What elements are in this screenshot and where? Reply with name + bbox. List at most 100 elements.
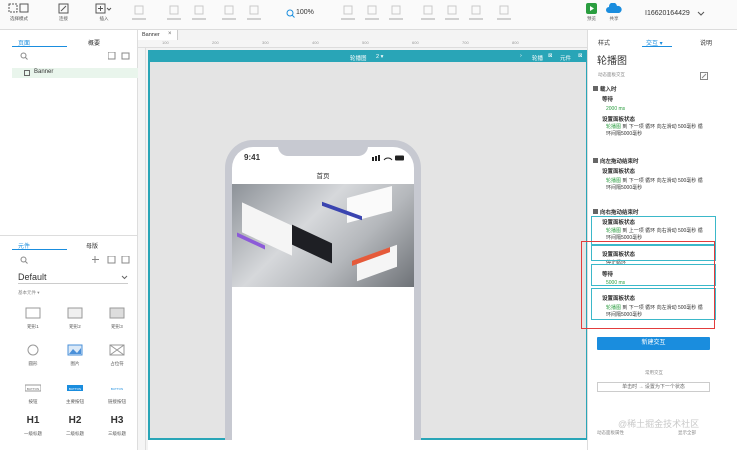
status-icons xyxy=(372,155,404,161)
page-item-row[interactable]: Banner xyxy=(12,68,138,78)
page-actions-icon[interactable] xyxy=(108,52,132,60)
widget-label: 按钮 xyxy=(28,399,38,404)
library-select[interactable]: Default xyxy=(18,270,128,284)
action-detail: 轮播图 到 下一项 循环 向左滑动 500毫秒 循环间隔5000毫秒 xyxy=(606,178,706,192)
widget-label: 链接按钮 xyxy=(108,399,126,404)
circle-icon xyxy=(17,342,49,358)
panel-subtitle: 动态面板交互 xyxy=(598,72,625,77)
page-item-label: Banner xyxy=(34,69,54,75)
show-all-link[interactable]: 显示全部 xyxy=(678,430,696,436)
canvas-area: Banner × 100 200 300 400 500 600 700 800 轮播图 2 … xyxy=(138,30,588,450)
action-label[interactable]: 设置面板状态 xyxy=(602,167,635,175)
zoom-level[interactable]: 100% xyxy=(296,9,314,16)
widget-label: 一级标题 xyxy=(24,431,42,436)
widget-item[interactable]: H3 三级标题 xyxy=(101,412,133,442)
event-icon xyxy=(593,86,598,91)
widget-label: 圆形 xyxy=(28,361,38,366)
rect-icon xyxy=(59,305,91,321)
phone-notch xyxy=(278,140,368,156)
widget-actions-icon[interactable] xyxy=(92,256,134,264)
widget-label: 主要按钮 xyxy=(66,399,84,404)
library-name: Default xyxy=(18,272,47,282)
frame-title-bar: 轮播图 2 ▾ › 轮播 ⊠ 元件 ⊠ xyxy=(150,52,586,62)
widget-item[interactable]: 矩形3 xyxy=(101,305,133,335)
widget-item[interactable]: BUTTON 主要按钮 xyxy=(59,380,91,410)
phone-time: 9:41 xyxy=(244,153,261,162)
widget-item[interactable]: 矩形2 xyxy=(59,305,91,335)
disabled-tools-group xyxy=(132,5,261,20)
expand-icon[interactable] xyxy=(700,72,708,80)
page-tab-label: Banner xyxy=(142,32,160,38)
widget-item[interactable]: 图片 xyxy=(59,342,91,372)
svg-text:BUTTON: BUTTON xyxy=(111,387,123,391)
action-label[interactable]: 设置面板状态 xyxy=(602,115,635,123)
widget-item[interactable]: 矩形1 xyxy=(17,305,49,335)
event-name: 载入时 xyxy=(600,87,617,93)
toolbar-insert[interactable]: 插入 xyxy=(95,3,113,22)
heading-glyph: H3 xyxy=(110,414,124,426)
widget-search-icon[interactable] xyxy=(20,256,28,264)
chevron-down-icon[interactable] xyxy=(697,11,705,17)
ruler-tick: 800 xyxy=(512,40,519,45)
toolbar-connect[interactable]: 连接 xyxy=(58,3,69,22)
action-label[interactable]: 等待 xyxy=(602,95,613,103)
frame-close-icon[interactable]: ⊠ xyxy=(578,53,583,59)
phone-mockup: 9:41 首页 xyxy=(225,140,421,440)
canvas-body: 轮播图 2 ▾ › 轮播 ⊠ 元件 ⊠ 9:41 首页 xyxy=(148,50,588,450)
panel-title: 轮播图 xyxy=(597,56,627,67)
preview-button[interactable]: 预览 xyxy=(586,3,597,22)
widget-item[interactable]: H1 一级标题 xyxy=(17,412,49,442)
frame-menu-icon[interactable]: ⊠ xyxy=(548,53,553,59)
dynamic-panel-frame[interactable]: 轮播图 2 ▾ › 轮播 ⊠ 元件 ⊠ 9:41 首页 xyxy=(148,50,588,440)
zoom-icon xyxy=(286,9,295,18)
toolbar-insert-label: 插入 xyxy=(99,16,109,21)
primary-button-icon: BUTTON xyxy=(59,380,91,396)
tab-outline[interactable]: 概要 xyxy=(88,38,100,47)
search-icon[interactable] xyxy=(20,52,28,60)
widget-label: 图片 xyxy=(70,361,80,366)
frame-carousel-label[interactable]: 轮播 xyxy=(532,54,543,62)
action-text: 到 下一项 循环 向左滑动 500毫秒 循环间隔5000毫秒 xyxy=(606,124,703,137)
close-icon[interactable]: × xyxy=(168,31,172,37)
widget-item[interactable]: H2 二级标题 xyxy=(59,412,91,442)
toolbar-connect-label: 连接 xyxy=(59,16,68,21)
widget-item[interactable]: 圆形 xyxy=(17,342,49,372)
new-interaction-button[interactable]: 新建交互 xyxy=(597,337,710,350)
widget-section[interactable]: 基本元件 ▾ xyxy=(18,290,40,296)
page-icon xyxy=(24,70,30,76)
left-panel: 页面 概要 Banner 元件 母版 Default 基本元件 ▾ 矩形1 矩形2… xyxy=(0,30,138,450)
widget-item[interactable]: BUTTON 按钮 xyxy=(17,380,49,410)
select-icon xyxy=(8,3,29,13)
account-name[interactable]: I16620164429 xyxy=(645,10,690,17)
ruler-tick: 100 xyxy=(162,40,169,45)
tab-style[interactable]: 样式 xyxy=(598,38,610,47)
link-button-icon: BUTTON xyxy=(101,380,133,396)
heading-glyph: H1 xyxy=(26,414,40,426)
widget-item[interactable]: 占位符 xyxy=(101,342,133,372)
play-icon xyxy=(586,3,597,14)
panel-footer-label: 动态面板属性 xyxy=(597,430,624,435)
event-header[interactable]: 载入时 xyxy=(593,85,617,93)
toolbar-select[interactable]: 选择模式 xyxy=(8,3,30,22)
common-interaction-shortcut[interactable]: 单击时 → 设置为下一个状态 xyxy=(597,382,710,392)
frame-nav-icon[interactable]: › xyxy=(520,53,522,59)
disabled-align-tools xyxy=(341,5,511,20)
heading-glyph: H2 xyxy=(68,414,82,426)
insert-icon xyxy=(95,3,112,14)
share-button[interactable]: 共享 xyxy=(606,3,622,22)
event-header[interactable]: 向右拖动结束时 xyxy=(593,208,639,216)
page-tab[interactable]: Banner × xyxy=(138,30,178,40)
action-text: 到 下一项 循环 向左滑动 500毫秒 循环间隔5000毫秒 xyxy=(606,178,703,191)
widget-item[interactable]: BUTTON 链接按钮 xyxy=(101,380,133,410)
frame-widget-label[interactable]: 元件 xyxy=(560,54,571,62)
watermark: @稀土掘金技术社区 xyxy=(618,419,700,429)
widget-label: 矩形1 xyxy=(27,324,39,329)
ruler-tick: 400 xyxy=(312,40,319,45)
frame-states[interactable]: 2 ▾ xyxy=(376,54,383,60)
tab-notes[interactable]: 说明 xyxy=(700,38,712,47)
event-header[interactable]: 向左拖动结束时 xyxy=(593,157,639,165)
tab-masters[interactable]: 母版 xyxy=(86,241,98,250)
event-icon xyxy=(593,209,598,214)
library-chevron-icon xyxy=(121,275,128,280)
toolbar-select-label: 选择模式 xyxy=(10,16,28,21)
